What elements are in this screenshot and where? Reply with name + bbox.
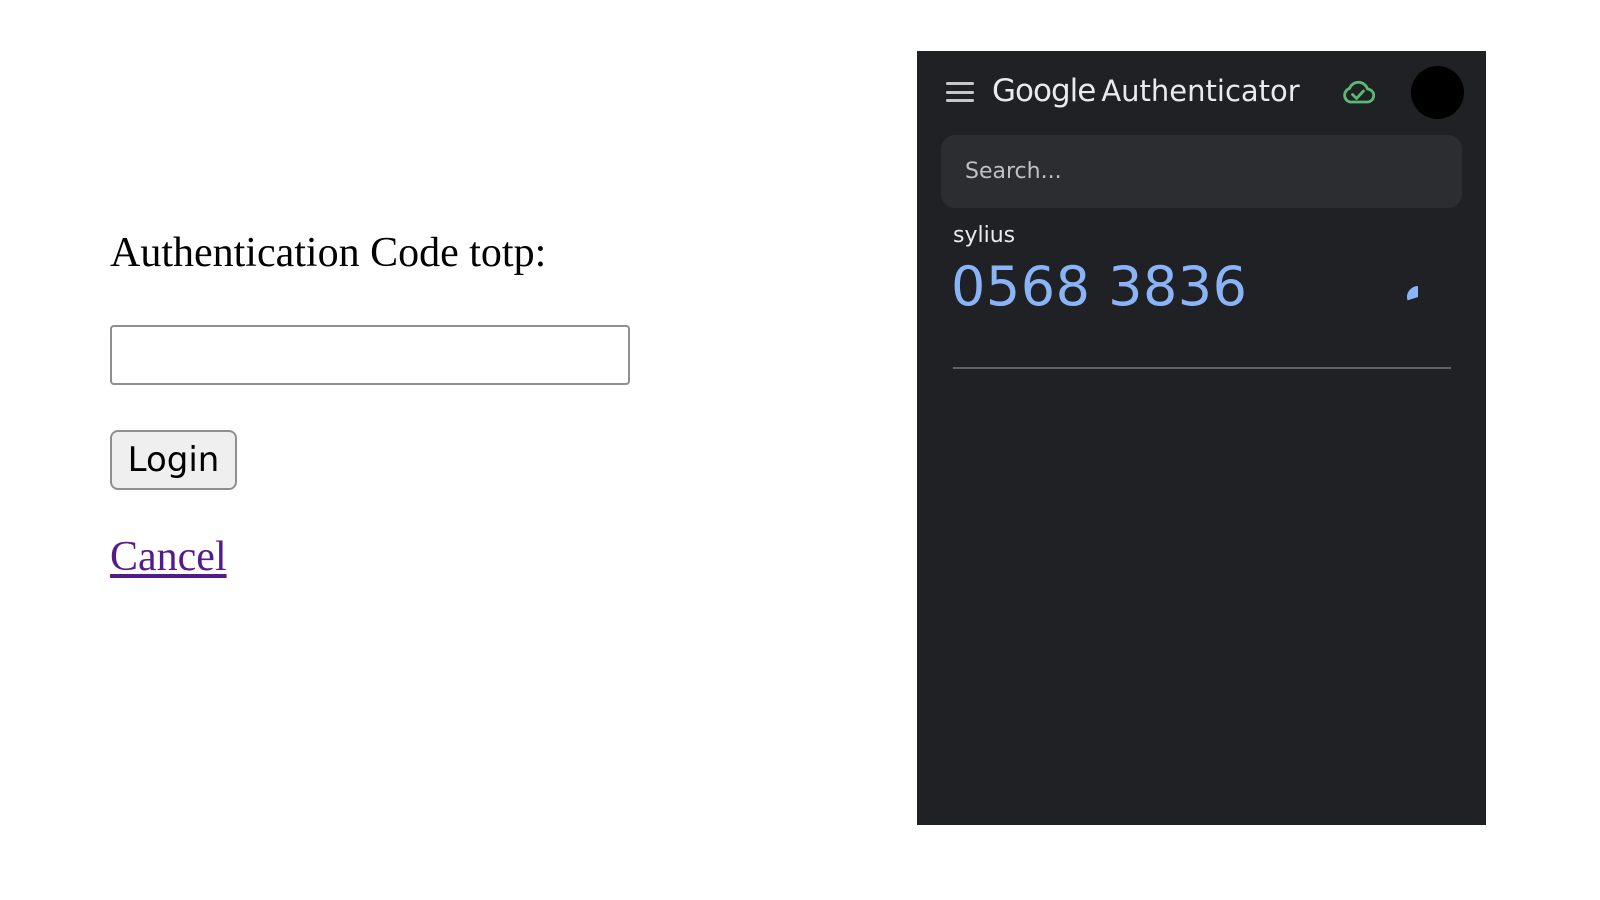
authentication-code-input[interactable]	[110, 325, 630, 385]
search-input[interactable]	[941, 135, 1462, 208]
authentication-code-label: Authentication Code totp:	[110, 230, 547, 276]
app-title-product: Authenticator	[1101, 74, 1300, 108]
avatar[interactable]	[1411, 66, 1464, 119]
menu-icon[interactable]	[946, 82, 974, 102]
countdown-timer-icon	[1407, 286, 1418, 301]
account-item[interactable]: sylius 0568 3836	[951, 223, 1451, 373]
account-name: sylius	[953, 223, 1016, 248]
cancel-link[interactable]: Cancel	[110, 533, 227, 581]
login-button[interactable]: Login	[110, 430, 237, 490]
authenticator-app: GoogleAuthenticator sylius 0568 3836	[917, 51, 1486, 825]
divider	[953, 367, 1451, 369]
search-bar[interactable]	[941, 135, 1462, 208]
app-header: Google Authenticator	[917, 51, 1486, 135]
app-title: Google Authenticator	[992, 71, 1300, 116]
login-form: Authentication Code totp: Login Cancel	[110, 232, 670, 581]
cloud-done-icon[interactable]	[1341, 78, 1375, 106]
account-code[interactable]: 0568 3836	[951, 255, 1248, 318]
app-title-brand: Google	[992, 73, 1096, 109]
